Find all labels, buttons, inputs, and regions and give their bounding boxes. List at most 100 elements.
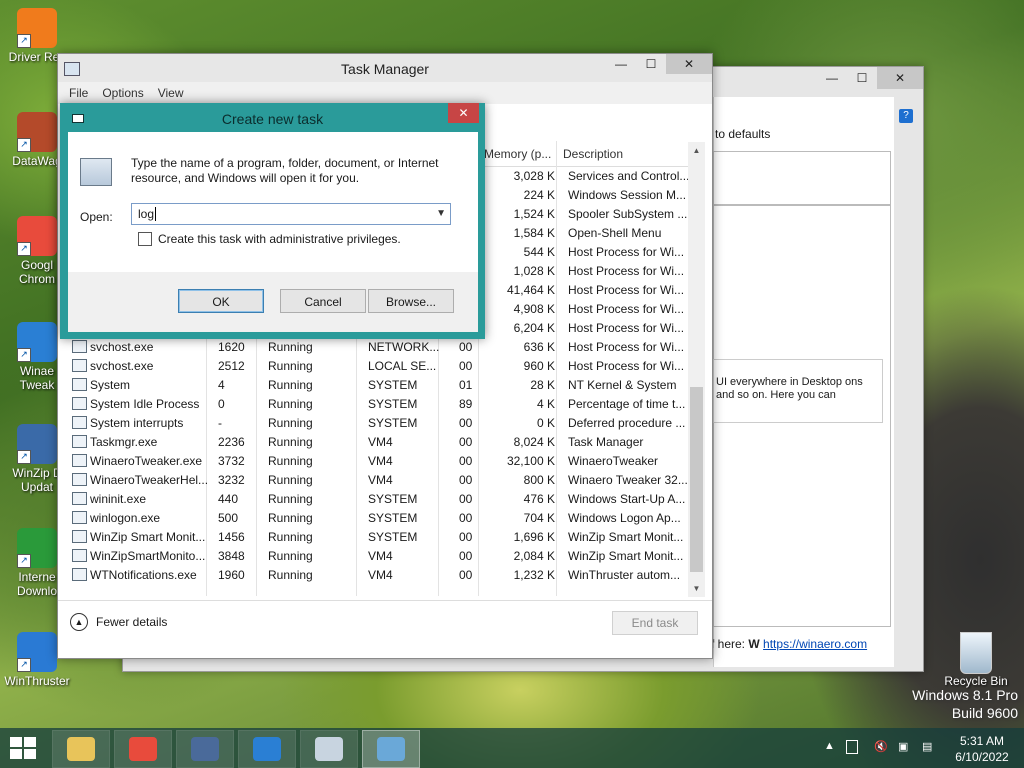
table-row[interactable]: WinZip Smart Monit... 1456 Running SYSTEM 00…: [58, 527, 686, 546]
shortcut-arrow-icon: ↗: [17, 138, 31, 152]
power-icon[interactable]: ▤: [922, 740, 932, 753]
table-row[interactable]: System 4 Running SYSTEM 01 28 K NT Kernel & Sy…: [58, 375, 686, 394]
watermark-edition: Windows 8.1 Pro: [912, 687, 1018, 703]
recycle-bin[interactable]: Recycle Bin: [936, 632, 1016, 688]
table-row[interactable]: svchost.exe 1620 Running NETWORK... 00 636 K H…: [58, 337, 686, 356]
table-row[interactable]: WTNotifications.exe 1960 Running VM4 00 1,232…: [58, 565, 686, 584]
menu-file[interactable]: File: [62, 82, 95, 104]
cell-memory: 704 K: [523, 510, 555, 525]
network-icon[interactable]: ▣: [898, 740, 908, 753]
close-button[interactable]: ✕: [877, 67, 923, 89]
cell-cpu: 00: [459, 339, 473, 354]
taskbar-item[interactable]: [238, 730, 296, 768]
volume-muted-icon[interactable]: 🔇: [874, 740, 888, 753]
cell-description: Host Process for Wi...: [568, 301, 685, 316]
cell-memory: 636 K: [523, 339, 555, 354]
scroll-down-icon[interactable]: ▼: [688, 580, 705, 597]
admin-checkbox[interactable]: Create this task with administrative pri…: [138, 232, 401, 246]
end-task-button[interactable]: End task: [612, 611, 698, 635]
cell-memory: 32,100 K: [506, 453, 555, 468]
scroll-thumb[interactable]: [690, 387, 703, 572]
help-icon[interactable]: ?: [899, 109, 913, 123]
taskbar-item[interactable]: [362, 730, 420, 768]
ok-button[interactable]: OK: [178, 289, 264, 313]
cell-name: WinZipSmartMonito...: [72, 548, 210, 563]
menu-options[interactable]: Options: [95, 82, 150, 104]
shortcut-arrow-icon: ↗: [17, 658, 31, 672]
winthruster-icon: ↗: [17, 632, 57, 672]
taskbar-item[interactable]: [52, 730, 110, 768]
show-hidden-icons-icon[interactable]: ▲: [824, 740, 835, 752]
open-label: Open:: [80, 210, 113, 224]
cell-cpu: 89: [459, 396, 473, 411]
action-center-icon[interactable]: [846, 740, 858, 754]
menu-view[interactable]: View: [151, 82, 191, 104]
minimize-button[interactable]: —: [606, 54, 636, 74]
chevron-down-icon[interactable]: ▼: [436, 208, 446, 219]
fewer-details-button[interactable]: ▲ Fewer details: [70, 613, 167, 631]
vertical-scrollbar[interactable]: ▲ ▼: [688, 142, 705, 597]
winaero-tweaker-icon: ↗: [17, 322, 57, 362]
maximize-button[interactable]: ☐: [636, 54, 666, 74]
process-icon: [72, 548, 87, 562]
cell-name: System: [72, 377, 210, 392]
process-name: svchost.exe: [90, 339, 154, 354]
maximize-button[interactable]: ☐: [847, 67, 877, 89]
dialog-title-bar[interactable]: Create new task: [60, 103, 485, 131]
close-button[interactable]: ✕: [666, 54, 712, 74]
table-row[interactable]: WinaeroTweakerHel... 3232 Running VM4 00 800 …: [58, 470, 688, 489]
cell-pid: 500: [218, 510, 239, 525]
table-row[interactable]: Taskmgr.exe 2236 Running VM4 00 8,024 K Task M…: [58, 432, 686, 451]
cell-cpu: 00: [459, 548, 473, 563]
checkbox-box[interactable]: [138, 232, 152, 246]
cell-description: Open-Shell Menu: [568, 225, 662, 240]
cell-cpu: 00: [459, 415, 473, 430]
taskbar-item[interactable]: [114, 730, 172, 768]
browse-button[interactable]: Browse...: [368, 289, 454, 313]
table-row[interactable]: System interrupts - Running SYSTEM 00 0 K Defe…: [58, 413, 686, 432]
chevron-up-icon: ▲: [70, 613, 88, 631]
taskbar-item[interactable]: [176, 730, 234, 768]
table-row[interactable]: WinaeroTweaker.exe 3732 Running VM4 00 32,100…: [58, 451, 686, 470]
table-row[interactable]: System Idle Process 0 Running SYSTEM 89 4 K Pe…: [58, 394, 686, 413]
table-row[interactable]: svchost.exe 2512 Running LOCAL SE... 00 960 K…: [58, 356, 686, 375]
reset-defaults-link[interactable]: to defaults: [715, 127, 770, 141]
dialog-prompt: Type the name of a program, folder, docu…: [131, 156, 439, 185]
cell-memory: 960 K: [523, 358, 555, 373]
cell-status: Running: [268, 548, 313, 563]
title-bar[interactable]: Task Manager — ☐ ✕: [58, 54, 712, 82]
cell-status: Running: [268, 453, 313, 468]
cell-cpu: 01: [459, 377, 473, 392]
table-row[interactable]: WinZipSmartMonito... 3848 Running VM4 00 2,08…: [58, 546, 686, 565]
chrome-icon: [129, 737, 157, 761]
cell-name: System interrupts: [72, 415, 210, 430]
cancel-button[interactable]: Cancel: [280, 289, 366, 313]
taskbar-item[interactable]: [300, 730, 358, 768]
process-name: svchost.exe: [90, 358, 154, 373]
create-new-task-dialog[interactable]: Create new task ✕ Type the name of a pro…: [60, 103, 485, 339]
scroll-up-icon[interactable]: ▲: [688, 142, 705, 159]
cell-description: Windows Session M...: [568, 187, 687, 202]
column-memory[interactable]: Memory (p...: [484, 147, 551, 161]
column-description[interactable]: Description: [563, 147, 623, 161]
table-row[interactable]: wininit.exe 440 Running SYSTEM 00 476 K Window…: [58, 489, 686, 508]
close-button[interactable]: ✕: [448, 103, 479, 123]
footer: f here: W https://winaero.com: [711, 637, 867, 651]
datawag-icon: ↗: [17, 112, 57, 152]
open-input[interactable]: log ▼: [131, 203, 451, 225]
footer-prefix: f here:: [711, 637, 746, 651]
run-dialog-icon: [377, 737, 405, 761]
start-button[interactable]: [10, 737, 38, 761]
minimize-button[interactable]: —: [817, 67, 847, 89]
winaero-link[interactable]: https://winaero.com: [763, 637, 867, 651]
cell-pid: 3848: [218, 548, 245, 563]
cell-description: Task Manager: [568, 434, 644, 449]
clock-date: 6/10/2022: [955, 750, 1009, 764]
table-row[interactable]: winlogon.exe 500 Running SYSTEM 00 704 K Windo…: [58, 508, 686, 527]
process-name: System: [90, 377, 131, 392]
cell-memory: 6,204 K: [513, 320, 555, 335]
process-name: System interrupts: [90, 415, 184, 430]
cell-status: Running: [268, 567, 313, 582]
cell-pid: 4: [218, 377, 225, 392]
clock[interactable]: 5:31 AM 6/10/2022: [950, 733, 1014, 765]
